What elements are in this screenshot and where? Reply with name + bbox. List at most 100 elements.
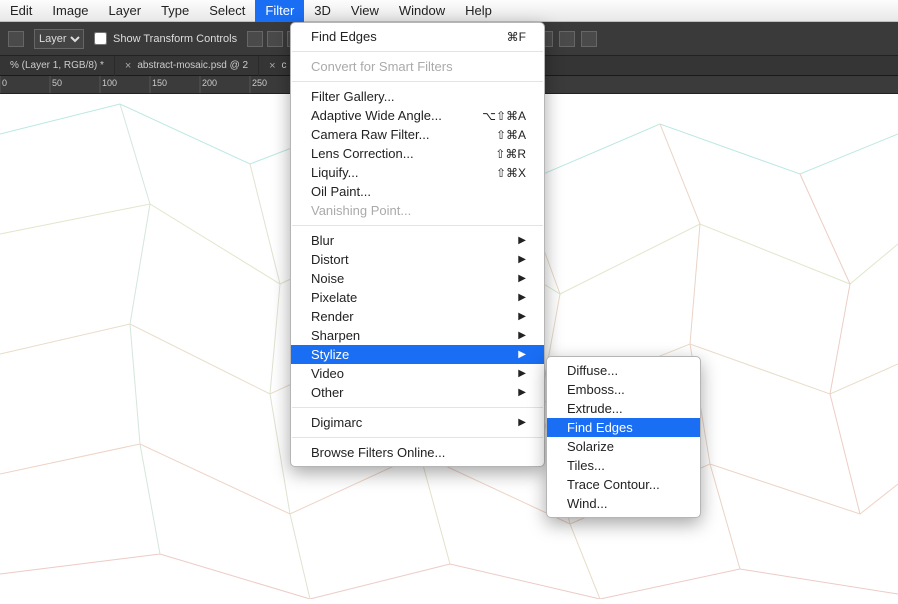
menubar-item-help[interactable]: Help (455, 0, 502, 22)
svg-text:50: 50 (52, 78, 62, 88)
menu-item-label: Render (311, 309, 354, 324)
menu-item-stylize[interactable]: Stylize ▶ (291, 345, 544, 364)
menu-item-label: Liquify... (311, 165, 358, 180)
menu-item-find-edges[interactable]: Find Edges (547, 418, 700, 437)
menu-separator (292, 407, 543, 408)
menu-item-camera-raw-filter[interactable]: Camera Raw Filter... ⇧⌘A (291, 125, 544, 144)
menubar-item-filter[interactable]: Filter (255, 0, 304, 22)
menu-item-label: Convert for Smart Filters (311, 59, 453, 74)
menu-item-label: Diffuse... (567, 363, 618, 378)
show-transform-checkbox[interactable] (94, 32, 107, 45)
submenu-arrow-icon: ▶ (494, 292, 526, 303)
menu-item-adaptive-wide-angle[interactable]: Adaptive Wide Angle...⌥⇧⌘A (291, 106, 544, 125)
submenu-arrow-icon: ▶ (494, 349, 526, 360)
menu-item-liquify[interactable]: Liquify...⇧⌘X (291, 163, 544, 182)
menu-item-label: Trace Contour... (567, 477, 660, 492)
svg-text:250: 250 (252, 78, 267, 88)
menu-item-label: Wind... (567, 496, 607, 511)
menu-item-label: Other (311, 385, 344, 400)
menu-item-emboss[interactable]: Emboss... (547, 380, 700, 399)
menu-item-label: Pixelate (311, 290, 357, 305)
submenu-arrow-icon: ▶ (494, 330, 526, 341)
menu-item-noise[interactable]: Noise▶ (291, 269, 544, 288)
menu-item-pixelate[interactable]: Pixelate ▶ (291, 288, 544, 307)
menu-item-label: Extrude... (567, 401, 623, 416)
move-tool-icon (8, 31, 24, 47)
menu-item-wind[interactable]: Wind... (547, 494, 700, 513)
menu-item-diffuse[interactable]: Diffuse... (547, 361, 700, 380)
menu-item-label: Sharpen (311, 328, 360, 343)
menu-separator (292, 81, 543, 82)
menu-item-label: Stylize (311, 347, 349, 362)
svg-text:0: 0 (2, 78, 7, 88)
menu-item-label: Digimarc (311, 415, 362, 430)
menu-item-label: Video (311, 366, 344, 381)
menu-item-blur[interactable]: Blur▶ (291, 231, 544, 250)
menu-item-trace-contour[interactable]: Trace Contour... (547, 475, 700, 494)
document-tab[interactable]: % (Layer 1, RGB/8) * (0, 56, 115, 76)
menu-item-label: Find Edges (311, 29, 377, 44)
submenu-arrow-icon: ▶ (494, 387, 526, 398)
menu-separator (292, 437, 543, 438)
menubar-item-type[interactable]: Type (151, 0, 199, 22)
menubar-item-edit[interactable]: Edit (0, 0, 42, 22)
menu-item-solarize[interactable]: Solarize (547, 437, 700, 456)
menu-item-label: Oil Paint... (311, 184, 371, 199)
svg-text:100: 100 (102, 78, 117, 88)
stylize-submenu: Diffuse... Emboss... Extrude... Find Edges S… (546, 356, 701, 518)
layer-select[interactable]: Layer (34, 29, 84, 49)
menubar-item-3d[interactable]: 3D (304, 0, 341, 22)
menu-item-label: Distort (311, 252, 349, 267)
menu-item-label: Browse Filters Online... (311, 445, 445, 460)
menu-item-extrude[interactable]: Extrude... (547, 399, 700, 418)
menu-item-label: Noise (311, 271, 344, 286)
menubar-item-layer[interactable]: Layer (99, 0, 152, 22)
menubar-item-view[interactable]: View (341, 0, 389, 22)
menu-shortcut: ⇧⌘R (471, 147, 526, 161)
menu-item-convert-for-smart-filters: Convert for Smart Filters (291, 57, 544, 76)
align-icon[interactable] (267, 31, 283, 47)
menu-item-other[interactable]: Other ▶ (291, 383, 544, 402)
menu-item-label: Vanishing Point... (311, 203, 411, 218)
submenu-arrow-icon: ▶ (494, 417, 526, 428)
menu-item-distort[interactable]: Distort▶ (291, 250, 544, 269)
menu-item-oil-paint[interactable]: Oil Paint... (291, 182, 544, 201)
menu-item-filter-gallery[interactable]: Filter Gallery... (291, 87, 544, 106)
menu-item-digimarc[interactable]: Digimarc ▶ (291, 413, 544, 432)
menu-item-render[interactable]: Render ▶ (291, 307, 544, 326)
filter-menu: Find Edges ⌘F Convert for Smart Filters Fil… (290, 22, 545, 467)
close-icon[interactable]: × (125, 56, 131, 76)
menu-item-vanishing-point: Vanishing Point... (291, 201, 544, 220)
menu-shortcut: ⇧⌘A (472, 128, 526, 142)
menu-item-sharpen[interactable]: Sharpen ▶ (291, 326, 544, 345)
menu-item-label: Tiles... (567, 458, 605, 473)
menu-item-lens-correction[interactable]: Lens Correction... ⇧⌘R (291, 144, 544, 163)
os-menubar: EditImageLayerTypeSelectFilter3DViewWind… (0, 0, 898, 22)
align-icon[interactable] (247, 31, 263, 47)
menubar-item-window[interactable]: Window (389, 0, 455, 22)
menu-separator (292, 51, 543, 52)
tab-label: % (Layer 1, RGB/8) * (10, 56, 104, 76)
menu-item-browse-filters-online[interactable]: Browse Filters Online... (291, 443, 544, 462)
3d-zoom-icon[interactable] (581, 31, 597, 47)
menu-item-label: Emboss... (567, 382, 625, 397)
menu-item-video[interactable]: Video▶ (291, 364, 544, 383)
menu-separator (292, 225, 543, 226)
menubar-item-image[interactable]: Image (42, 0, 98, 22)
close-icon[interactable]: × (269, 56, 275, 76)
tab-label: abstract-mosaic.psd @ 2 (137, 56, 248, 76)
menu-item-find-edges[interactable]: Find Edges ⌘F (291, 27, 544, 46)
document-tab[interactable]: × abstract-mosaic.psd @ 2 (115, 56, 259, 76)
menu-item-label: Lens Correction... (311, 146, 414, 161)
submenu-arrow-icon: ▶ (494, 311, 526, 322)
3d-slide-icon[interactable] (559, 31, 575, 47)
menu-item-tiles[interactable]: Tiles... (547, 456, 700, 475)
menu-item-label: Filter Gallery... (311, 89, 395, 104)
menu-shortcut: ⌘F (483, 30, 526, 44)
menu-shortcut: ⌥⇧⌘A (458, 109, 526, 123)
menu-item-label: Blur (311, 233, 334, 248)
menu-item-label: Find Edges (567, 420, 633, 435)
menubar-item-select[interactable]: Select (199, 0, 255, 22)
menu-item-label: Camera Raw Filter... (311, 127, 429, 142)
show-transform-label: Show Transform Controls (113, 33, 237, 45)
